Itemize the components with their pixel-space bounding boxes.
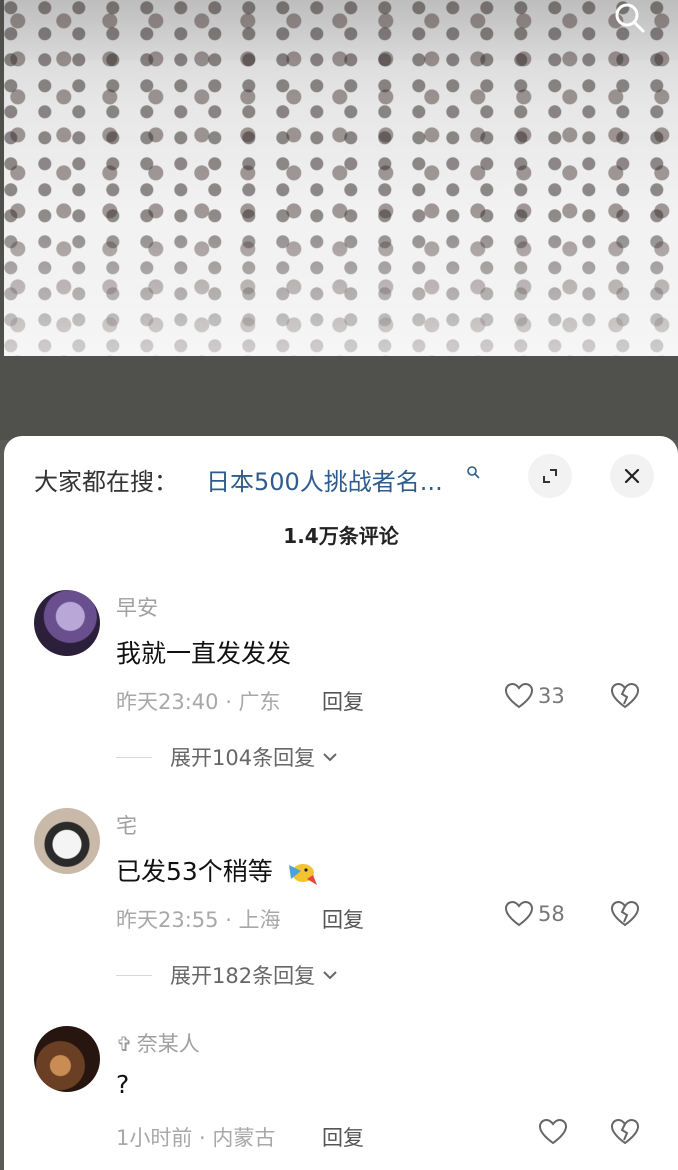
heart-icon (538, 1118, 568, 1145)
comment-username-text: 奈某人 (136, 1032, 200, 1056)
avatar[interactable] (34, 1026, 100, 1092)
chevron-down-icon (323, 753, 337, 762)
like-button[interactable]: 33 (504, 682, 565, 710)
comment-username[interactable]: 宅 (116, 810, 137, 840)
reply-button[interactable]: 回复 (322, 904, 364, 934)
dislike-button[interactable] (610, 682, 640, 714)
video-frame[interactable] (4, 0, 678, 356)
chevron-down-icon (323, 971, 337, 980)
comment-text: 我就一直发发发 (116, 639, 292, 668)
avatar[interactable] (34, 808, 100, 874)
sheet-header: 大家都在搜： 日本500人挑战者名... (4, 454, 678, 498)
comment-text-content: 已发53个稍等 (116, 857, 273, 886)
comment-count: 1.4万条评论 (283, 524, 399, 548)
video-floor (4, 213, 678, 356)
reply-button[interactable]: 回复 (322, 686, 364, 716)
reply-button[interactable]: 回复 (322, 1122, 364, 1152)
username-prefix: ✞ (116, 1032, 133, 1056)
broken-heart-icon (610, 682, 640, 709)
heart-icon (504, 682, 534, 709)
search-icon[interactable] (466, 464, 480, 483)
expand-button[interactable] (528, 454, 572, 498)
expand-replies-button[interactable]: 展开182条回复 (116, 960, 339, 990)
expand-replies-button[interactable]: 展开104条回复 (116, 742, 339, 772)
running-emoji-icon (283, 859, 321, 887)
comment-meta: 昨天23:55 · 上海 (116, 908, 281, 932)
comment-meta: 1小时前 · 内蒙古 (116, 1126, 276, 1150)
broken-heart-icon (610, 1118, 640, 1145)
video-letterbox (0, 356, 678, 440)
video-area[interactable] (0, 0, 678, 440)
expand-replies-label: 展开104条回复 (170, 746, 316, 770)
search-icon[interactable] (608, 0, 652, 36)
trending-search-prefix: 大家都在搜： (34, 468, 178, 496)
divider (116, 756, 152, 758)
dislike-button[interactable] (610, 900, 640, 932)
like-count: 58 (538, 902, 565, 926)
avatar[interactable] (34, 590, 100, 656)
comment-sheet: 大家都在搜： 日本500人挑战者名... 1.4万条评论 早安 我就一直发发发 (4, 436, 678, 1170)
expand-replies-label: 展开182条回复 (170, 964, 316, 988)
broken-heart-icon (610, 900, 640, 927)
comment-meta: 昨天23:40 · 广东 (116, 690, 281, 714)
heart-icon (504, 900, 534, 927)
comment-username[interactable]: ✞ 奈某人 (116, 1028, 200, 1058)
expand-icon (543, 469, 557, 483)
comment-username[interactable]: 早安 (116, 592, 158, 622)
like-button[interactable] (538, 1118, 568, 1146)
comment-text: 已发53个稍等 (116, 852, 321, 888)
close-icon (624, 468, 640, 484)
trending-search-link[interactable]: 日本500人挑战者名... (206, 462, 443, 497)
divider (116, 974, 152, 976)
like-button[interactable]: 58 (504, 900, 565, 928)
comment-text: ? (116, 1070, 130, 1099)
dislike-button[interactable] (610, 1118, 640, 1150)
close-button[interactable] (610, 454, 654, 498)
like-count: 33 (538, 684, 565, 708)
